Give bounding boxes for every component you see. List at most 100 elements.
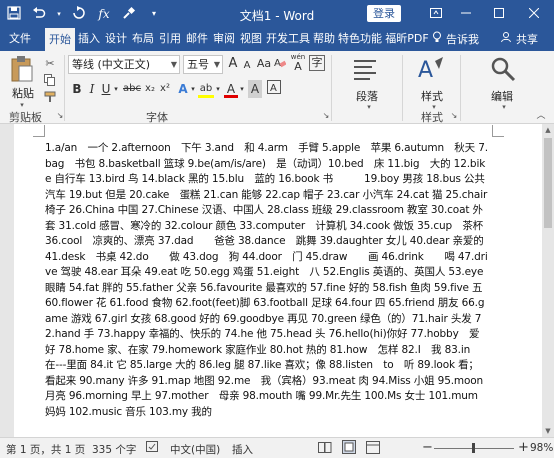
tab-foxit-pdf[interactable]: 福昕PDF [383,28,431,51]
svg-text:A: A [274,58,281,68]
styles-icon[interactable]: A [414,55,446,85]
font-size-value: 五号 [187,58,209,71]
print-layout-icon[interactable] [342,440,356,457]
document-body-text[interactable]: 1.a/an 一个 2.afternoon 下午 3.and 和 4.arm 手… [45,141,494,420]
tab-file[interactable]: 文件 [4,28,36,51]
zoom-in-button[interactable]: + [518,440,529,455]
ribbon-display-options-icon[interactable] [423,0,449,28]
maximize-icon[interactable] [486,0,512,28]
tab-home[interactable]: 开始 [45,28,75,51]
phonetic-guide-button[interactable]: wén A [289,53,307,73]
char-shading-button[interactable]: A [248,80,262,98]
undo-dropdown-icon[interactable]: ▾ [56,6,62,22]
tab-view[interactable]: 视图 [238,28,264,51]
title-bar: ▾ fx ▾ 文档1 - Word 登录 [0,0,554,28]
scroll-up-icon[interactable]: ▲ [542,124,554,136]
separator [64,55,65,121]
separator [331,55,332,121]
ribbon-tabs: 文件 开始 插入 设计 布局 引用 邮件 审阅 视图 开发工具 帮助 特色功能 … [0,28,554,51]
undo-icon[interactable] [31,6,47,22]
highlight-button[interactable]: ab [198,80,214,98]
font-name-combo[interactable]: 等线 (中文正文) ▼ [68,55,180,74]
svg-text:A: A [270,83,277,94]
strikethrough-button[interactable]: abc [122,80,142,98]
proofing-icon[interactable] [146,441,160,457]
chevron-down-icon[interactable]: ▼ [214,56,220,73]
person-icon [500,29,512,51]
redo-icon[interactable] [71,6,87,22]
zoom-level[interactable]: 98% [530,442,553,454]
font-color-button[interactable]: A [224,80,238,98]
vertical-scrollbar[interactable]: ▲ ▼ [542,124,554,437]
tell-me[interactable]: 告诉我 [432,28,479,51]
login-button[interactable]: 登录 [367,5,401,22]
tab-insert[interactable]: 插入 [76,28,102,51]
minimize-icon[interactable] [453,0,479,28]
margin-mark-top-right [492,125,504,137]
margin-mark-top-left [33,125,45,137]
enclose-chars-button[interactable]: 字 [309,55,325,71]
tab-help[interactable]: 帮助 [311,28,337,51]
format-painter-icon[interactable] [42,91,58,107]
web-layout-icon[interactable] [366,441,380,457]
font-color-dropdown-icon[interactable]: ▾ [238,80,246,98]
formula-icon[interactable]: fx [96,6,112,22]
page-count[interactable]: 第 1 页，共 1 页 [6,442,85,457]
highlight-dropdown-icon[interactable]: ▾ [214,80,222,98]
tab-developer[interactable]: 开发工具 [265,28,311,51]
ribbon: 粘贴 ▾ ✂ 剪贴板 ↘ 等线 (中文正文) ▼ 五号 ▼ A A Aa A w… [0,51,554,124]
bold-button[interactable]: B [70,80,84,98]
close-icon[interactable] [521,0,547,28]
font-size-combo[interactable]: 五号 ▼ [183,55,223,74]
word-count[interactable]: 335 个字 [92,442,136,457]
paragraph-icon[interactable] [350,57,384,85]
tell-me-label: 告诉我 [446,32,479,46]
char-border-icon[interactable]: A [266,80,282,98]
change-case-button[interactable]: Aa [255,55,273,73]
read-mode-icon[interactable] [318,441,332,457]
clipboard-group-label: 剪贴板 [9,111,42,124]
tab-references[interactable]: 引用 [157,28,183,51]
tab-mailings[interactable]: 邮件 [184,28,210,51]
shrink-font-button[interactable]: A [241,57,253,75]
clipboard-launcher-icon[interactable]: ↘ [52,108,68,124]
find-icon[interactable] [488,55,518,85]
separator [402,55,403,121]
superscript-button[interactable]: x² [158,80,172,98]
paste-icon[interactable] [10,55,34,83]
font-group-label: 字体 [146,111,168,124]
tab-featured[interactable]: 特色功能 [337,28,383,51]
tab-design[interactable]: 设计 [103,28,129,51]
underline-button[interactable]: U [100,80,112,98]
chevron-down-icon[interactable]: ▾ [361,99,377,115]
quick-access-toolbar: ▾ fx ▾ [6,5,162,23]
tab-layout[interactable]: 布局 [130,28,156,51]
text-effects-button[interactable]: A [176,80,190,98]
status-bar: 第 1 页，共 1 页 335 个字 中文(中国) 插入 − + 98% [0,437,554,458]
text-effects-dropdown-icon[interactable]: ▾ [189,80,197,98]
chevron-down-icon[interactable]: ▾ [496,99,512,115]
subscript-button[interactable]: x₂ [143,80,157,98]
chevron-down-icon[interactable]: ▼ [171,56,177,73]
tab-review[interactable]: 审阅 [211,28,237,51]
phonetic-guide-char: A [294,60,302,73]
italic-button[interactable]: I [86,80,98,98]
zoom-slider-thumb[interactable] [472,443,475,453]
underline-dropdown-icon[interactable]: ▾ [112,80,120,98]
save-icon[interactable] [6,6,22,22]
insert-mode-indicator[interactable]: 插入 [232,442,253,457]
customize-icon[interactable]: ▾ [146,6,162,22]
clear-formatting-icon[interactable]: A [273,55,287,73]
grow-font-button[interactable]: A [226,55,240,73]
zoom-out-button[interactable]: − [422,440,433,455]
language-indicator[interactable]: 中文(中国) [170,442,220,457]
lightbulb-icon [432,29,442,51]
brush-icon[interactable] [121,6,137,22]
scroll-thumb[interactable] [544,138,552,228]
cut-icon[interactable]: ✂ [42,56,58,72]
scroll-down-icon[interactable]: ▼ [542,425,554,437]
share-button[interactable]: 共享 [500,28,538,51]
collapse-ribbon-icon[interactable]: ︿ [533,108,549,124]
share-label: 共享 [516,32,538,46]
copy-icon[interactable] [42,74,58,90]
